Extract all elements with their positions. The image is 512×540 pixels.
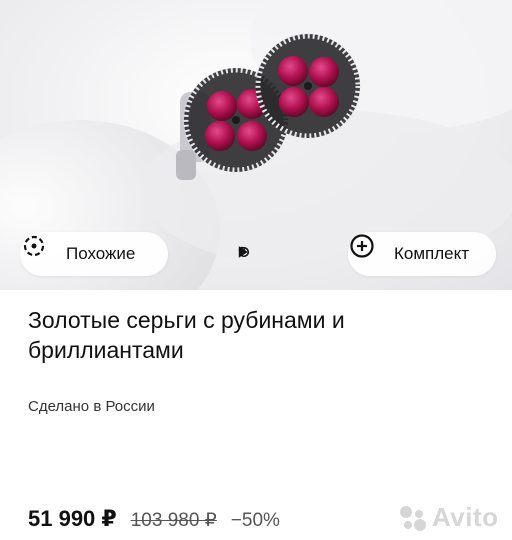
avito-wordmark: Avito bbox=[432, 502, 499, 532]
dot-small-indicator-icon[interactable] bbox=[238, 246, 246, 254]
product-title: Золотые серьги с рубинами и бриллиантами bbox=[28, 307, 345, 363]
right-earring bbox=[255, 33, 361, 139]
old-price: 103 980 ₽ bbox=[130, 510, 217, 531]
similar-label: Похожие bbox=[66, 244, 136, 263]
price-row: 51 990 ₽ 103 980 ₽ −50% bbox=[28, 506, 280, 536]
current-price: 51 990 ₽ bbox=[28, 506, 117, 531]
avito-watermark: Avito bbox=[398, 502, 499, 533]
add-set-icon bbox=[350, 234, 388, 268]
set-label: Комплект bbox=[394, 244, 470, 263]
similar-button[interactable]: Похожие bbox=[20, 232, 168, 276]
similar-icon bbox=[23, 235, 60, 268]
product-photo[interactable]: Похожие Комплект bbox=[0, 0, 512, 290]
origin-label: Сделано в России bbox=[28, 398, 155, 415]
discount-badge: −50% bbox=[230, 510, 280, 531]
avito-logo-icon bbox=[400, 505, 426, 531]
set-button[interactable]: Комплект bbox=[348, 232, 496, 276]
